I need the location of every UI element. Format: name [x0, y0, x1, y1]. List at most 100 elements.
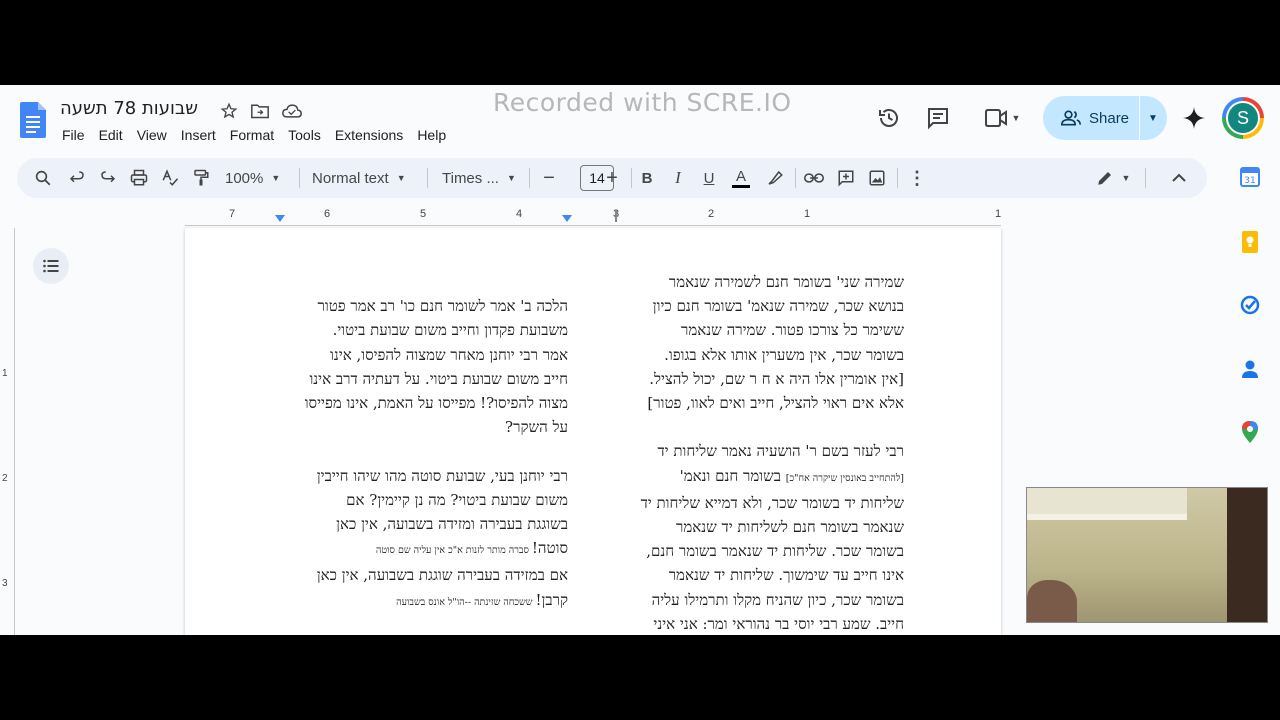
- ruler-number: 4: [516, 208, 523, 220]
- text-line: בשוגגת בעבירה ומזידה בשבועה, אין כאן: [336, 515, 568, 533]
- inline-note: ששכחה שזינתה --הו"ל אונס בשבועה: [396, 596, 536, 608]
- ruler-number: 1: [995, 208, 1002, 220]
- menu-help[interactable]: Help: [417, 125, 452, 145]
- text-color-glyph: A: [735, 167, 746, 185]
- version-history-icon[interactable]: [876, 105, 902, 131]
- document-outline-button[interactable]: [33, 248, 69, 284]
- people-icon: [1061, 110, 1081, 126]
- comments-icon[interactable]: [925, 105, 951, 131]
- spellcheck-icon[interactable]: [158, 166, 182, 190]
- docs-logo-icon[interactable]: [20, 102, 46, 138]
- text-line: אם במזידה בעבירה שוגגת בשבועה, אין כאן: [316, 566, 568, 585]
- formatting-toolbar: 100% ▼ Normal text ▼ Times ... ▼ − 14 + B I…: [17, 158, 1207, 198]
- document-page[interactable]: שמירה שני' בשומר חנם לשמירה שנאמר בנושא …: [185, 228, 1001, 635]
- paint-format-icon[interactable]: [189, 166, 213, 190]
- menu-edit[interactable]: Edit: [99, 125, 129, 145]
- toolbar-divider: [529, 168, 530, 188]
- text-line: [אין אומרין אלו היה א ח ר שם, יכול להציל…: [649, 369, 904, 388]
- highlight-color-icon[interactable]: [764, 166, 786, 190]
- decrease-font-size-button[interactable]: −: [539, 166, 559, 190]
- horizontal-ruler: 7 6 5 4 3 2 1 1: [185, 208, 1001, 226]
- cloud-saved-icon[interactable]: [281, 100, 303, 122]
- menu-format[interactable]: Format: [230, 125, 280, 145]
- text-line: חייב. שמע רבי יוסי בר נהוראי ומר: אני אי…: [653, 614, 904, 633]
- bold-button[interactable]: B: [637, 166, 657, 190]
- text-color-swatch: [732, 184, 750, 188]
- text-column-left[interactable]: הלכה ב' אמר לשומר חנם כו' רב אמר פטור מש…: [305, 270, 568, 615]
- ruler-number: 2: [708, 208, 715, 220]
- paragraph-style-value: Normal text: [312, 169, 389, 187]
- share-button[interactable]: Share ▼: [1043, 96, 1167, 140]
- ruler-number: 5: [420, 208, 427, 220]
- text-line: בשומר שכר, אין משערין אותו אלא בגופו.: [664, 345, 904, 364]
- add-comment-icon[interactable]: [834, 166, 858, 190]
- search-menus-icon[interactable]: [31, 166, 55, 190]
- hide-menus-chevron-icon[interactable]: [1167, 166, 1191, 190]
- increase-font-size-button[interactable]: +: [602, 166, 622, 190]
- right-indent-marker[interactable]: [562, 215, 572, 222]
- document-title[interactable]: שבועות 78 תשעה: [60, 98, 198, 119]
- toolbar-divider: [897, 168, 898, 188]
- keep-icon[interactable]: [1227, 225, 1273, 259]
- maps-icon[interactable]: [1227, 415, 1273, 449]
- text-line: אינו חייב עד שימשוך. שליחות יד שנאמר: [668, 566, 904, 585]
- undo-icon[interactable]: [65, 166, 89, 190]
- star-icon[interactable]: [218, 100, 240, 122]
- text-line: [להתחייב באונסין שיקרה אח"כ] בשומר חנם ו…: [641, 464, 904, 491]
- account-avatar[interactable]: S: [1222, 97, 1264, 139]
- svg-text:31: 31: [1244, 176, 1255, 186]
- menu-tools[interactable]: Tools: [288, 125, 327, 145]
- text-color-button[interactable]: A: [730, 166, 752, 190]
- insert-image-icon[interactable]: [865, 166, 889, 190]
- move-folder-icon[interactable]: [249, 100, 271, 122]
- contacts-icon[interactable]: [1227, 352, 1273, 386]
- text-line: רבי יוחנן בעי, שבועת סוטה מהו שיהו חייבי…: [316, 466, 568, 485]
- menu-extensions[interactable]: Extensions: [335, 125, 409, 145]
- webcam-door: [1227, 488, 1267, 622]
- insert-link-icon[interactable]: [802, 166, 826, 190]
- text-column-right[interactable]: שמירה שני' בשומר חנם לשמירה שנאמר בנושא …: [641, 270, 904, 635]
- paragraph-style-select[interactable]: Normal text ▼: [312, 166, 406, 190]
- text-line: משום שבועת ביטוי? מה נן קיימין? אם: [346, 490, 568, 509]
- italic-button[interactable]: I: [668, 166, 688, 190]
- text-line: שליחות יד בשומר שכר, ולא דמייא שליחות יד: [640, 493, 904, 512]
- text-line: הלכה ב' אמר לשומר חנם כו' רב אמר פטור: [317, 297, 569, 316]
- underline-button[interactable]: U: [699, 166, 719, 190]
- menu-insert[interactable]: Insert: [181, 125, 222, 145]
- column-gap-marker[interactable]: [615, 210, 617, 222]
- text-line: אלא אים ראוי להציל, חייב ואים לאוו, פטור…: [647, 394, 904, 413]
- print-icon[interactable]: [127, 166, 151, 190]
- toolbar-divider: [427, 168, 428, 188]
- text-line: שנאמר בשומר חנם לשליחות יד שנאמר: [675, 518, 904, 537]
- left-indent-marker[interactable]: [275, 215, 285, 222]
- redo-icon[interactable]: [96, 166, 120, 190]
- text-line: מצוה להפיסו?! מפייסו על האמת, אינו מפייס…: [304, 394, 568, 412]
- vertical-ruler: 1 2 3: [0, 228, 15, 635]
- editing-mode-select[interactable]: ▼: [1089, 166, 1137, 190]
- webcam-overlay: [1026, 487, 1268, 623]
- zoom-select[interactable]: 100% ▼: [225, 166, 280, 190]
- ruler-number: 1: [804, 208, 811, 220]
- text-fragment: קרבן!: [535, 590, 568, 609]
- gemini-sparkle-icon[interactable]: [1181, 105, 1207, 131]
- text-line: סוטה! סברה מותר לזנות א"כ אין עליה שם סו…: [305, 536, 568, 563]
- text-line: שמירה שני' בשומר חנם לשמירה שנאמר: [668, 273, 904, 291]
- inline-note: [להתחייב באונסין שיקרה אח"כ]: [785, 472, 904, 484]
- font-caret-icon: ▼: [506, 173, 516, 183]
- tasks-icon[interactable]: [1227, 288, 1273, 322]
- share-options-caret-icon[interactable]: ▼: [1140, 113, 1166, 124]
- menu-view[interactable]: View: [137, 125, 173, 145]
- webcam-person: [1027, 580, 1077, 622]
- calendar-icon[interactable]: 31: [1227, 160, 1273, 194]
- more-options-icon[interactable]: ⋮: [905, 166, 929, 190]
- meet-icon[interactable]: ▼: [980, 105, 1024, 131]
- font-family-select[interactable]: Times ... ▼: [442, 166, 516, 190]
- recording-watermark: Recorded with SCRE.IO: [493, 88, 792, 117]
- text-line: קרבן! ששכחה שזינתה --הו"ל אונס בשבועה: [305, 588, 568, 615]
- menu-file[interactable]: File: [62, 125, 91, 145]
- editing-mode-caret-icon: ▼: [1121, 173, 1131, 183]
- toolbar-divider: [299, 168, 300, 188]
- menu-bar: File Edit View Insert Format Tools Exten…: [62, 125, 460, 145]
